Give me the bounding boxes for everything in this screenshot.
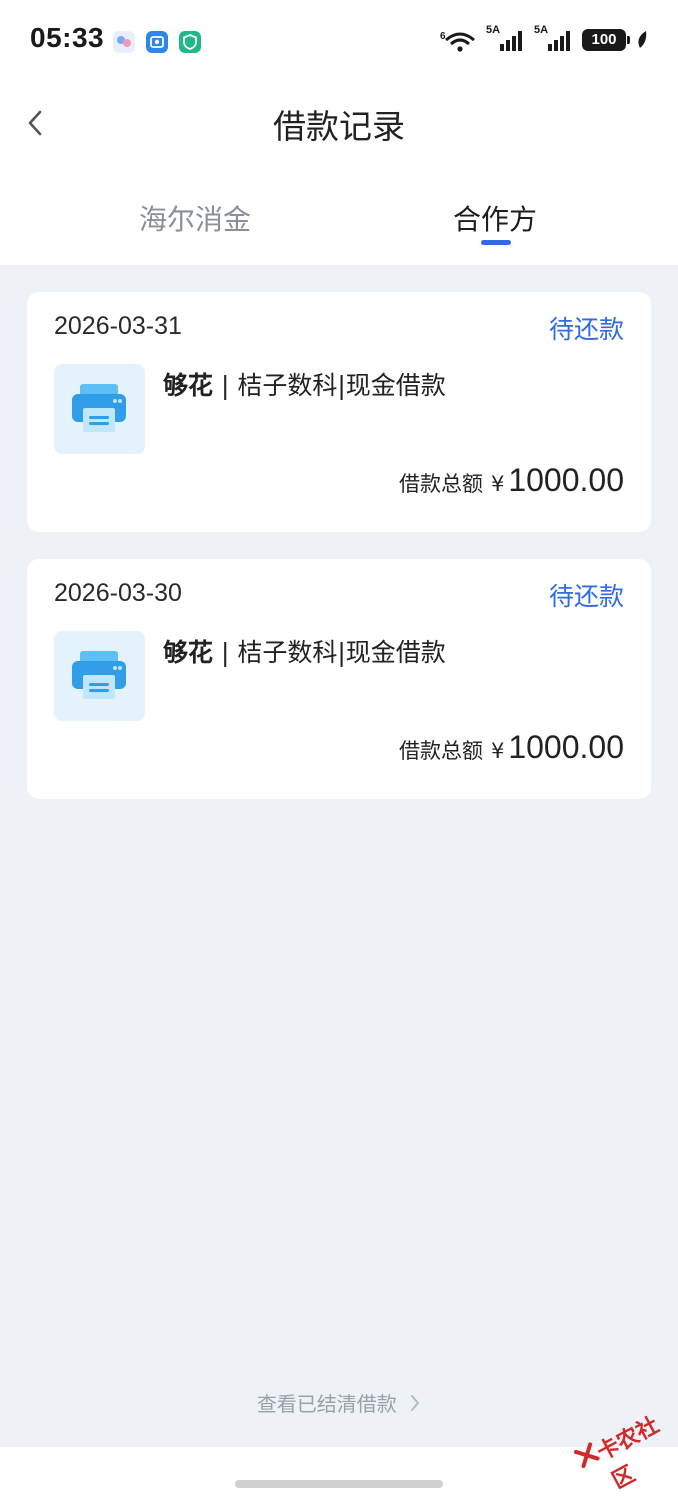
amount-value: 1000.00 — [508, 462, 624, 498]
product-brand: 够花 — [163, 638, 214, 667]
gallery-icon — [112, 30, 136, 54]
signal-icon: 5A — [486, 24, 524, 52]
system-indicators: 6 5A 5A 100 — [440, 24, 648, 52]
signal-icon: 5A — [534, 24, 572, 52]
printer-icon — [72, 651, 126, 699]
status-bar: 05:33 6 5A 5A 100 — [0, 0, 678, 84]
active-tab-indicator — [481, 240, 511, 245]
product-separator: | — [213, 638, 238, 667]
loan-card[interactable]: 2026-03-30 待还款 够花 | 桔子数科|现金借款 借款总额 ¥ 100… — [27, 559, 651, 799]
product-detail: 桔子数科|现金借款 — [237, 371, 446, 400]
currency-symbol: ¥ — [490, 739, 505, 763]
home-indicator[interactable] — [235, 1480, 443, 1488]
loan-amount: 借款总额 ¥ 1000.00 — [399, 462, 624, 499]
photo-icon — [145, 30, 169, 54]
product-name: 够花 | 桔子数科|现金借款 — [163, 633, 446, 669]
loan-date: 2026-03-30 — [54, 579, 182, 607]
view-cleared-loans-link[interactable]: 查看已结清借款 — [0, 1388, 678, 1417]
shield-icon — [178, 30, 202, 54]
loan-date: 2026-03-31 — [54, 312, 182, 340]
currency-symbol: ¥ — [490, 472, 505, 496]
battery-icon: 100 — [582, 29, 630, 51]
product-brand: 够花 — [163, 371, 214, 400]
tab-partners[interactable]: 合作方 — [453, 198, 537, 238]
loan-amount: 借款总额 ¥ 1000.00 — [399, 729, 624, 766]
loan-status: 待还款 — [548, 315, 624, 344]
amount-label: 借款总额 — [398, 739, 483, 763]
leaf-icon — [638, 31, 647, 48]
loan-status: 待还款 — [548, 582, 624, 611]
printer-icon — [72, 384, 126, 432]
loan-card[interactable]: 2026-03-31 待还款 够花 | 桔子数科|现金借款 借款总额 ¥ 100… — [27, 292, 651, 532]
status-time: 05:33 — [30, 22, 105, 53]
wifi-icon: 6 — [440, 31, 475, 52]
product-separator: | — [213, 371, 238, 400]
cleared-link-label: 查看已结清借款 — [256, 1392, 397, 1416]
product-icon — [54, 631, 145, 721]
svg-text:6: 6 — [440, 31, 446, 42]
product-detail: 桔子数科|现金借款 — [237, 638, 446, 667]
product-name: 够花 | 桔子数科|现金借款 — [163, 366, 446, 402]
page-title: 借款记录 — [273, 107, 405, 146]
amount-value: 1000.00 — [508, 729, 624, 765]
tab-haier-finance[interactable]: 海尔消金 — [139, 198, 251, 238]
amount-label: 借款总额 — [398, 472, 483, 496]
chevron-right-icon — [411, 1394, 420, 1411]
product-icon — [54, 364, 145, 454]
